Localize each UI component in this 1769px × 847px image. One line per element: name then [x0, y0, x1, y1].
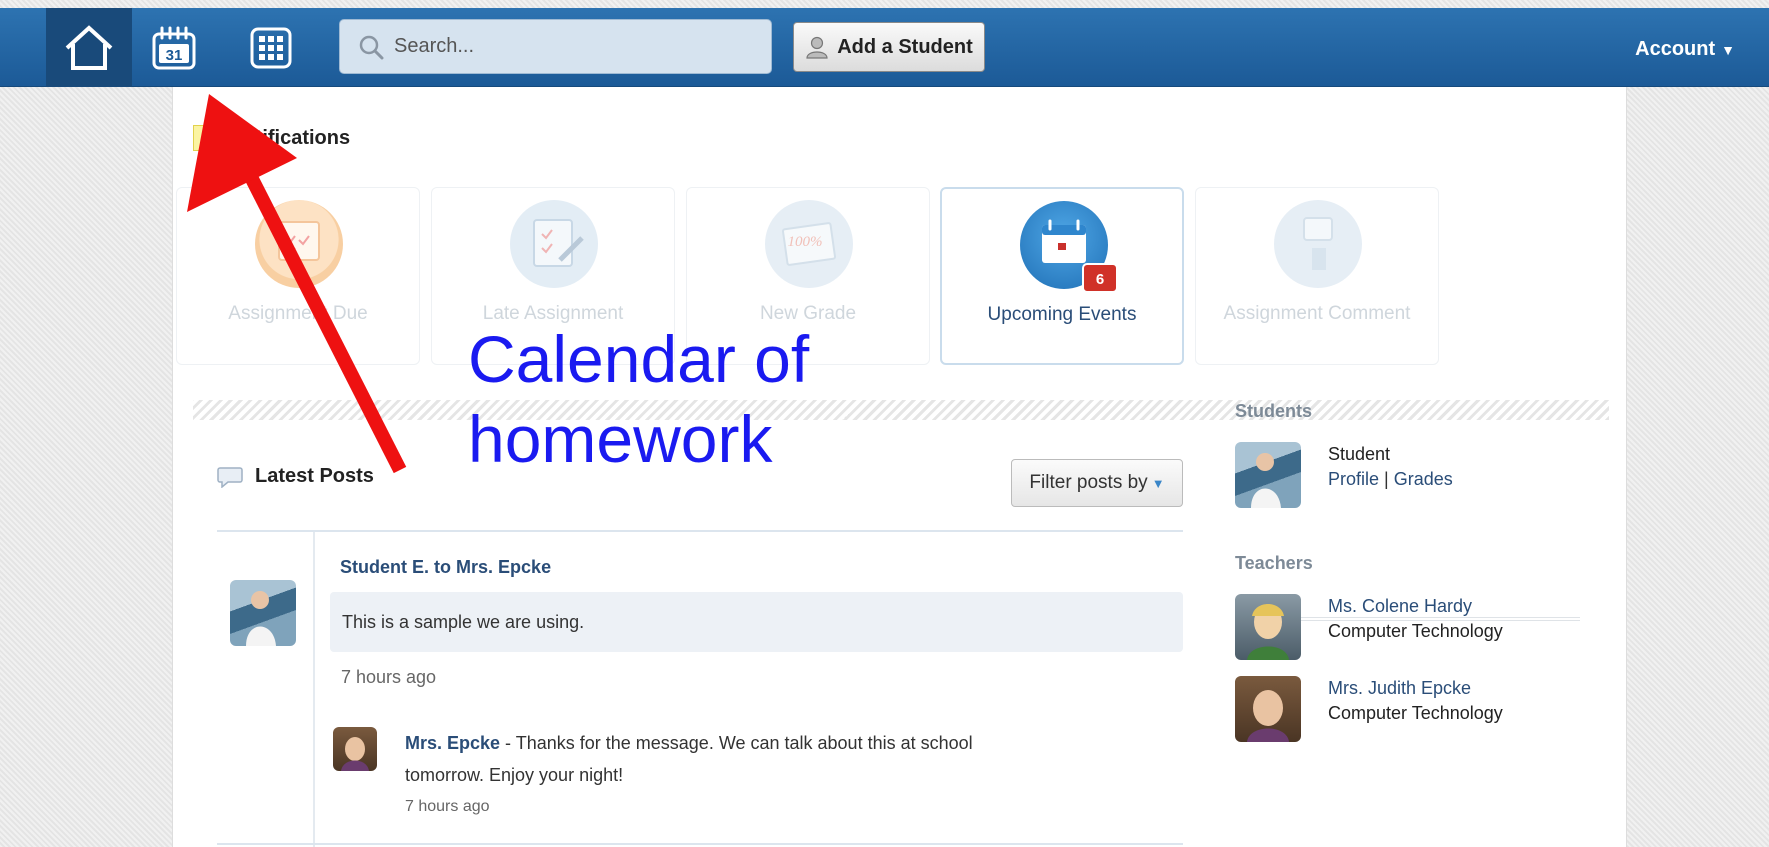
annotation-text-line1: Calendar of: [468, 322, 810, 396]
post-to-word: to: [434, 557, 452, 577]
grid-view-button[interactable]: [243, 20, 299, 76]
feed-divider: [217, 530, 1183, 532]
post-author-link[interactable]: Student E.: [340, 557, 429, 577]
chevron-down-icon: ▼: [1151, 475, 1165, 491]
notifications-title: Notifications: [229, 127, 351, 149]
post-body: This is a sample we are using.: [330, 592, 1183, 652]
filter-label: Filter posts by: [1029, 472, 1148, 493]
upcoming-events-count-badge: 6: [1082, 263, 1118, 293]
students-title: Students: [1235, 401, 1313, 421]
avatar[interactable]: [1235, 594, 1301, 660]
reply-timestamp: 7 hours ago: [405, 798, 490, 815]
notifications-flag-icon: [193, 125, 223, 151]
student-links: Profile | Grades: [1328, 469, 1453, 490]
avatar[interactable]: [230, 580, 296, 646]
notification-assignment-comment[interactable]: Assignment Comment: [1195, 187, 1439, 365]
card-label: Assignment Due: [228, 303, 368, 324]
link-separator: |: [1384, 469, 1389, 489]
top-navigation-bar: 31 Add a Student Account ▼: [0, 8, 1769, 87]
assignment-comment-icon: [1274, 200, 1362, 288]
reply-author-link[interactable]: Mrs. Epcke: [405, 733, 500, 753]
avatar[interactable]: [333, 727, 377, 771]
feed-column-divider: [313, 532, 315, 847]
main-panel: Notifications Assignment Due Late Assign…: [172, 87, 1627, 847]
search-icon: [359, 35, 384, 59]
teacher-name-link[interactable]: Mrs. Judith Epcke: [1328, 678, 1471, 699]
profile-link[interactable]: Profile: [1328, 469, 1379, 489]
filter-posts-button[interactable]: Filter posts by ▼: [1011, 459, 1183, 507]
teacher-subject: Computer Technology: [1328, 703, 1503, 723]
svg-text:100%: 100%: [788, 234, 823, 250]
notification-assignment-due[interactable]: Assignment Due: [176, 187, 420, 365]
home-button[interactable]: [46, 8, 132, 87]
latest-posts-header: Latest Posts: [217, 465, 374, 488]
annotation-text-line2: homework: [468, 402, 773, 476]
card-label: Upcoming Events: [987, 304, 1137, 325]
calendar-icon: 31: [152, 26, 196, 70]
grades-link[interactable]: Grades: [1394, 469, 1453, 489]
home-icon: [65, 24, 113, 70]
add-student-button[interactable]: Add a Student: [793, 22, 985, 72]
account-label: Account: [1635, 38, 1716, 60]
post-author-line: Student E. to Mrs. Epcke: [340, 557, 551, 578]
notification-upcoming-events[interactable]: 6 Upcoming Events: [940, 187, 1184, 365]
user-icon: [806, 36, 828, 59]
feed-divider: [217, 843, 1183, 845]
section-divider: [193, 400, 1609, 420]
reply-text-line1: - Thanks for the message. We can talk ab…: [500, 733, 973, 753]
search-box[interactable]: [339, 19, 772, 74]
assignment-due-icon: [255, 200, 343, 288]
calendar-button[interactable]: 31: [146, 20, 202, 76]
teacher-photo: [1247, 690, 1289, 742]
avatar[interactable]: [1235, 676, 1301, 742]
late-assignment-icon: [510, 200, 598, 288]
avatar[interactable]: [1235, 442, 1301, 508]
svg-text:31: 31: [166, 47, 183, 64]
account-menu[interactable]: Account ▼: [1635, 38, 1735, 61]
teacher-subject: Computer Technology: [1328, 621, 1503, 641]
grid-icon: [250, 27, 292, 69]
teacher-photo: [341, 737, 369, 771]
reply-text-line2: tomorrow. Enjoy your night!: [405, 765, 624, 785]
add-student-label: Add a Student: [837, 35, 973, 58]
student-name: Student: [1328, 444, 1391, 464]
post-timestamp: 7 hours ago: [341, 667, 437, 687]
search-input[interactable]: [394, 35, 754, 58]
speech-bubble-icon: [217, 466, 243, 488]
post-recipient-link[interactable]: Mrs. Epcke: [456, 557, 551, 577]
card-label: Assignment Comment: [1223, 303, 1411, 324]
teacher-name-link[interactable]: Ms. Colene Hardy: [1328, 596, 1472, 617]
student-photo: [1251, 453, 1281, 508]
post-reply: Mrs. Epcke - Thanks for the message. We …: [405, 727, 1105, 791]
chevron-down-icon: ▼: [1721, 42, 1735, 58]
latest-posts-title: Latest Posts: [255, 465, 374, 487]
student-photo: [246, 591, 276, 646]
teacher-photo: [1247, 604, 1289, 660]
new-grade-icon: 100%: [765, 200, 853, 288]
teachers-title: Teachers: [1235, 553, 1313, 573]
